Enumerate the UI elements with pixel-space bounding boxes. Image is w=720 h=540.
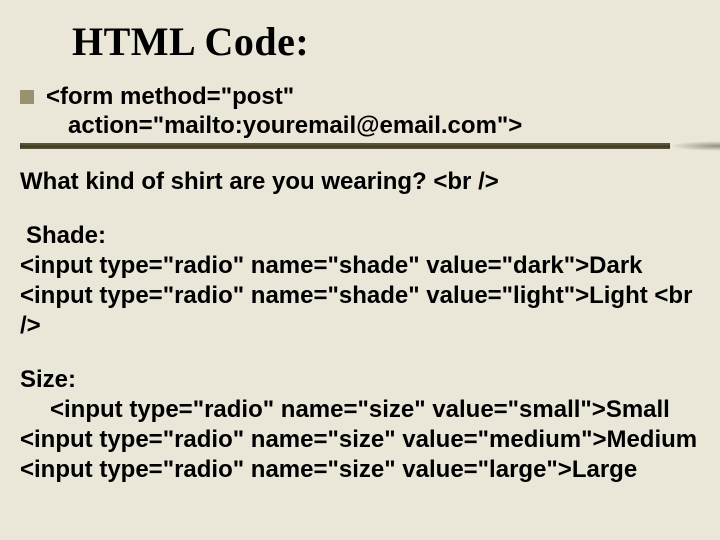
bullet-item: <form method="post" action="mailto:youre…	[20, 83, 710, 141]
code-line: action="mailto:youremail@email.com">	[46, 112, 522, 141]
code-line: <input type="radio" name="size" value="l…	[20, 455, 710, 485]
shade-group: Shade: <input type="radio" name="shade" …	[20, 221, 710, 341]
size-label: Size:	[20, 365, 710, 395]
square-bullet-icon	[20, 90, 34, 104]
code-line: <input type="radio" name="shade" value="…	[20, 281, 710, 341]
question-text: What kind of shirt are you wearing? <br …	[20, 167, 710, 197]
shade-label: Shade:	[20, 221, 710, 251]
slide: HTML Code: <form method="post" action="m…	[0, 0, 720, 540]
slide-title: HTML Code:	[72, 18, 710, 65]
code-line: <input type="radio" name="size" value="s…	[20, 395, 710, 425]
code-line: <form method="post"	[46, 83, 522, 112]
horizontal-rule	[20, 143, 670, 149]
slide-content: <form method="post" action="mailto:youre…	[10, 83, 710, 485]
size-group: Size: <input type="radio" name="size" va…	[20, 365, 710, 485]
code-line: <input type="radio" name="size" value="m…	[20, 425, 710, 455]
divider	[20, 143, 710, 149]
form-tag-code: <form method="post" action="mailto:youre…	[46, 83, 522, 141]
code-line: <input type="radio" name="shade" value="…	[20, 251, 710, 281]
